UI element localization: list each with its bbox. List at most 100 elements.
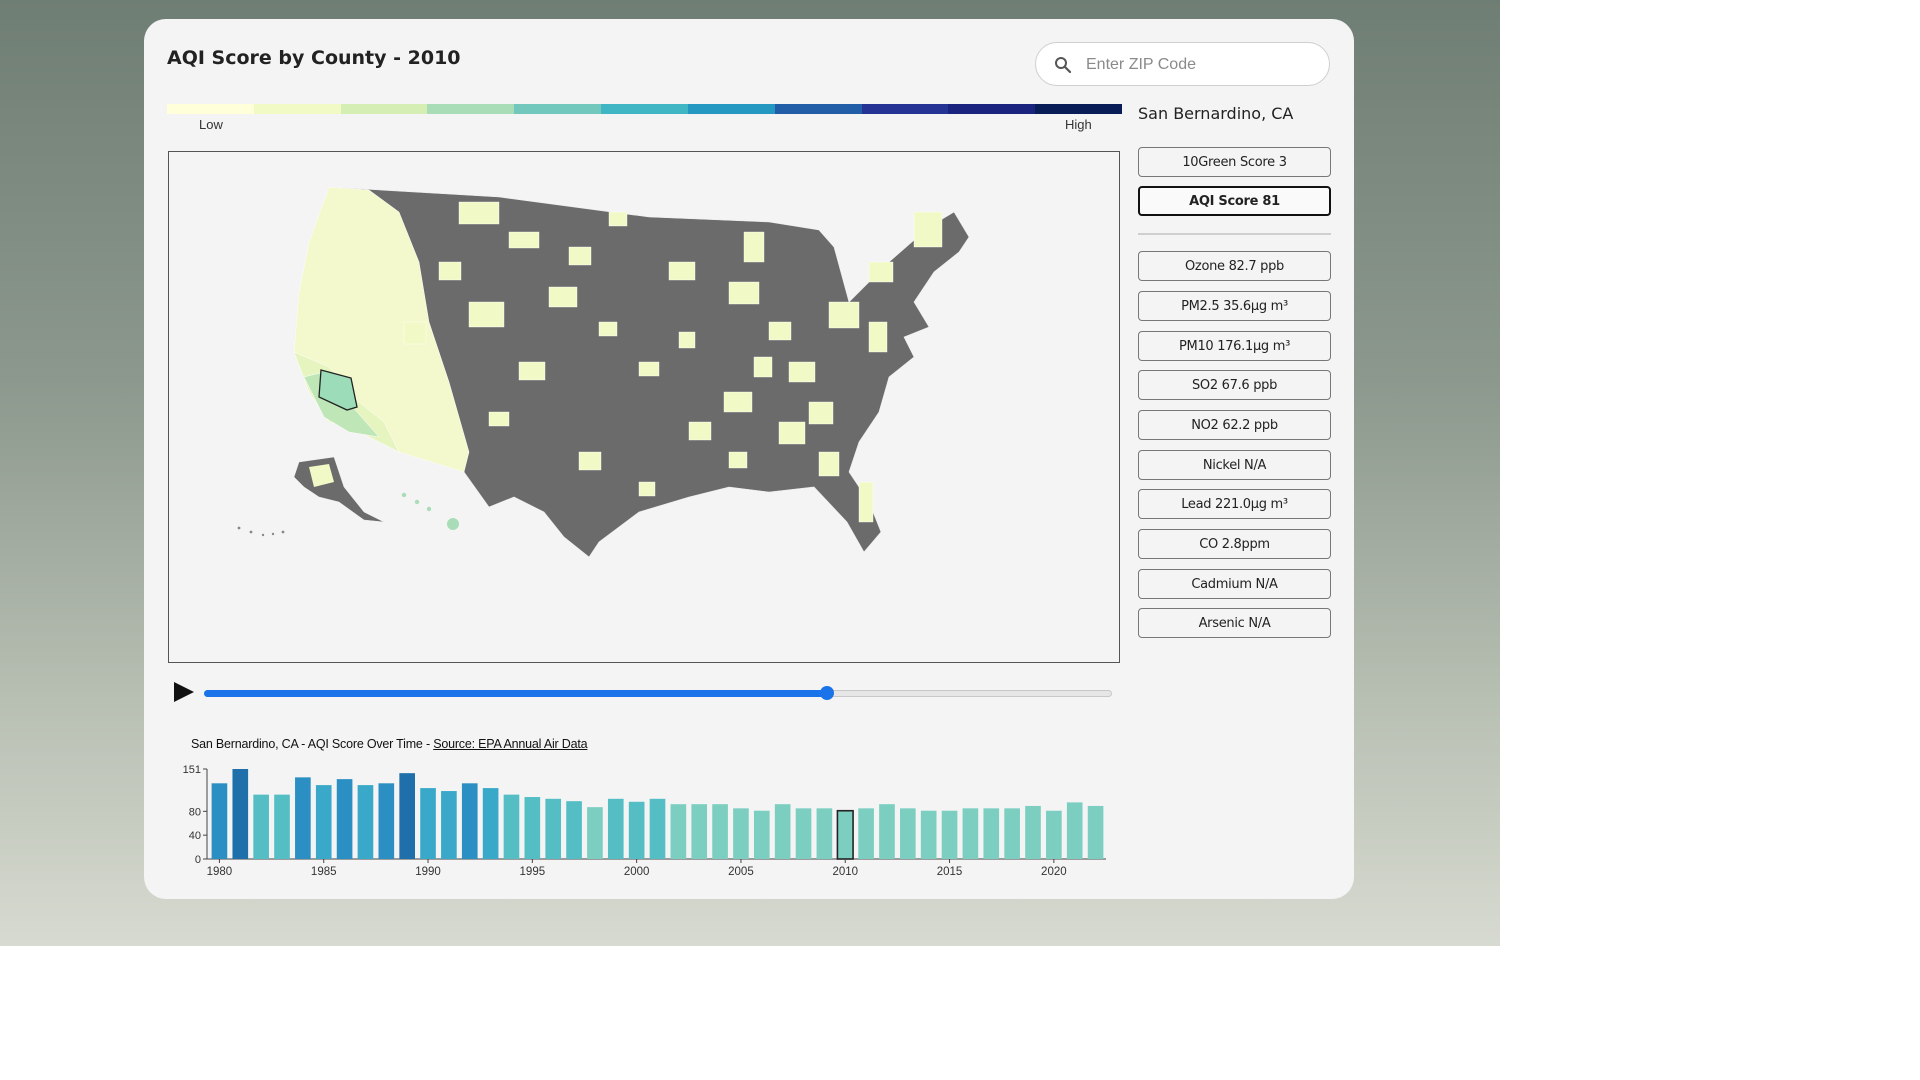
zip-search[interactable] — [1035, 42, 1330, 86]
chart-bar[interactable] — [295, 777, 311, 859]
chart-bar[interactable] — [983, 808, 1000, 859]
green-score-button[interactable]: 10Green Score 3 — [1138, 147, 1331, 177]
x-tick-label: 2015 — [937, 866, 963, 878]
aqi-score-button[interactable]: AQI Score 81 — [1138, 186, 1331, 216]
map-aleutian-islands — [237, 526, 285, 537]
chart-bar[interactable] — [712, 804, 728, 859]
ozone-button[interactable]: Ozone 82.7 ppb — [1138, 251, 1331, 281]
legend-low-label: Low — [199, 117, 223, 132]
chart-bar[interactable] — [1046, 810, 1062, 859]
map-counties[interactable] — [237, 186, 970, 558]
legend-swatch — [1035, 104, 1122, 114]
legend-swatch — [948, 104, 1036, 114]
chart-bar[interactable] — [1087, 805, 1104, 859]
chart-bar[interactable] — [524, 797, 541, 859]
chart-bar[interactable] — [879, 804, 895, 859]
nickel-button[interactable]: Nickel N/A — [1138, 450, 1331, 480]
x-tick-label: 2000 — [624, 866, 650, 878]
chart-bar[interactable] — [420, 788, 436, 859]
x-tick-label: 1980 — [207, 866, 233, 878]
legend-swatch — [167, 104, 254, 114]
chart-bar[interactable] — [628, 801, 645, 859]
chart-bar[interactable] — [858, 808, 874, 859]
x-tick-label: 1985 — [311, 866, 337, 878]
legend-swatch — [253, 104, 341, 114]
chart-bar[interactable] — [357, 785, 374, 859]
chart-bar[interactable] — [774, 804, 791, 859]
chart-bar[interactable] — [253, 794, 269, 859]
x-tick-label: 1995 — [520, 866, 546, 878]
y-tick-label: 40 — [189, 830, 201, 842]
zip-code-input[interactable] — [1084, 51, 1318, 79]
chart-bar[interactable] — [900, 808, 916, 859]
x-tick-label: 2005 — [728, 866, 754, 878]
x-tick-label: 2010 — [832, 866, 858, 878]
chart-bar[interactable] — [503, 794, 520, 859]
chart-bar[interactable] — [941, 810, 958, 859]
legend-swatch — [774, 104, 862, 114]
legend-high-label: High — [1065, 117, 1092, 132]
chart-bar[interactable] — [336, 779, 353, 859]
chart-bar[interactable] — [816, 808, 833, 859]
legend-swatch — [601, 104, 688, 114]
so2-button[interactable]: SO2 67.6 ppb — [1138, 370, 1331, 400]
cadmium-button[interactable]: Cadmium N/A — [1138, 569, 1331, 599]
chart-bar[interactable] — [315, 785, 332, 859]
chart-bar[interactable] — [607, 798, 624, 859]
legend-swatch — [687, 104, 775, 114]
chart-bar[interactable] — [649, 798, 666, 859]
chart-bar[interactable] — [962, 808, 979, 859]
chart-bar[interactable] — [566, 801, 582, 859]
pm10-button[interactable]: PM10 176.1µg m³ — [1138, 331, 1331, 361]
chart-bar[interactable] — [232, 769, 249, 859]
no2-button[interactable]: NO2 62.2 ppb — [1138, 410, 1331, 440]
aqi-bar-chart: 0 40 80 151 1980 1985 1990 1995 2000 2005 2010 2015… — [183, 764, 1106, 878]
chart-bar[interactable] — [399, 773, 415, 859]
play-icon[interactable] — [172, 680, 196, 704]
chart-bar[interactable] — [795, 808, 812, 859]
x-tick-label: 1990 — [415, 866, 441, 878]
chart-bar[interactable] — [920, 810, 937, 859]
chart-bar-selected[interactable] — [836, 809, 854, 860]
chart-bar[interactable] — [482, 788, 499, 859]
page-title: AQI Score by County - 2010 — [167, 47, 461, 69]
search-icon — [1055, 57, 1072, 74]
legend-swatch — [861, 104, 949, 114]
chart-bar[interactable] — [1066, 802, 1083, 859]
chart-bar[interactable] — [378, 783, 395, 859]
y-tick-label: 0 — [195, 854, 201, 866]
pm25-button[interactable]: PM2.5 35.6µg m³ — [1138, 291, 1331, 321]
co-button[interactable]: CO 2.8ppm — [1138, 529, 1331, 559]
chart-bar[interactable] — [670, 804, 687, 859]
y-tick-label: 151 — [183, 764, 201, 776]
chart-bar[interactable] — [274, 794, 290, 859]
legend-swatch — [427, 104, 515, 114]
year-slider-fill — [204, 690, 827, 697]
map-hawaii[interactable] — [401, 492, 459, 530]
sidebar-divider — [1138, 233, 1331, 235]
source-link[interactable]: Source: EPA Annual Air Data — [433, 737, 587, 751]
legend-swatch — [340, 104, 428, 114]
legend-swatch — [514, 104, 602, 114]
arsenic-button[interactable]: Arsenic N/A — [1138, 608, 1331, 638]
chart-caption-text: San Bernardino, CA - AQI Score Over Time… — [191, 737, 434, 751]
chart-bar[interactable] — [1025, 805, 1041, 859]
color-legend — [167, 104, 1122, 114]
chart-bar[interactable] — [733, 808, 749, 859]
chart-bar[interactable] — [753, 810, 770, 859]
chart-bar[interactable] — [1004, 808, 1020, 859]
x-tick-label: 2020 — [1041, 866, 1067, 878]
y-tick-label: 80 — [189, 806, 201, 818]
chart-bar[interactable] — [211, 783, 228, 859]
chart-bar[interactable] — [441, 791, 457, 859]
selected-location: San Bernardino, CA — [1138, 104, 1294, 123]
chart-bar[interactable] — [691, 804, 708, 859]
chart-caption: San Bernardino, CA - AQI Score Over Time… — [191, 737, 588, 751]
us-county-map[interactable] — [168, 151, 1120, 663]
year-slider-thumb[interactable] — [819, 686, 834, 700]
chart-bar[interactable] — [587, 807, 603, 859]
chart-bar[interactable] — [461, 783, 478, 859]
map-alaska[interactable] — [293, 456, 385, 523]
lead-button[interactable]: Lead 221.0µg m³ — [1138, 489, 1331, 519]
chart-bar[interactable] — [545, 798, 562, 859]
